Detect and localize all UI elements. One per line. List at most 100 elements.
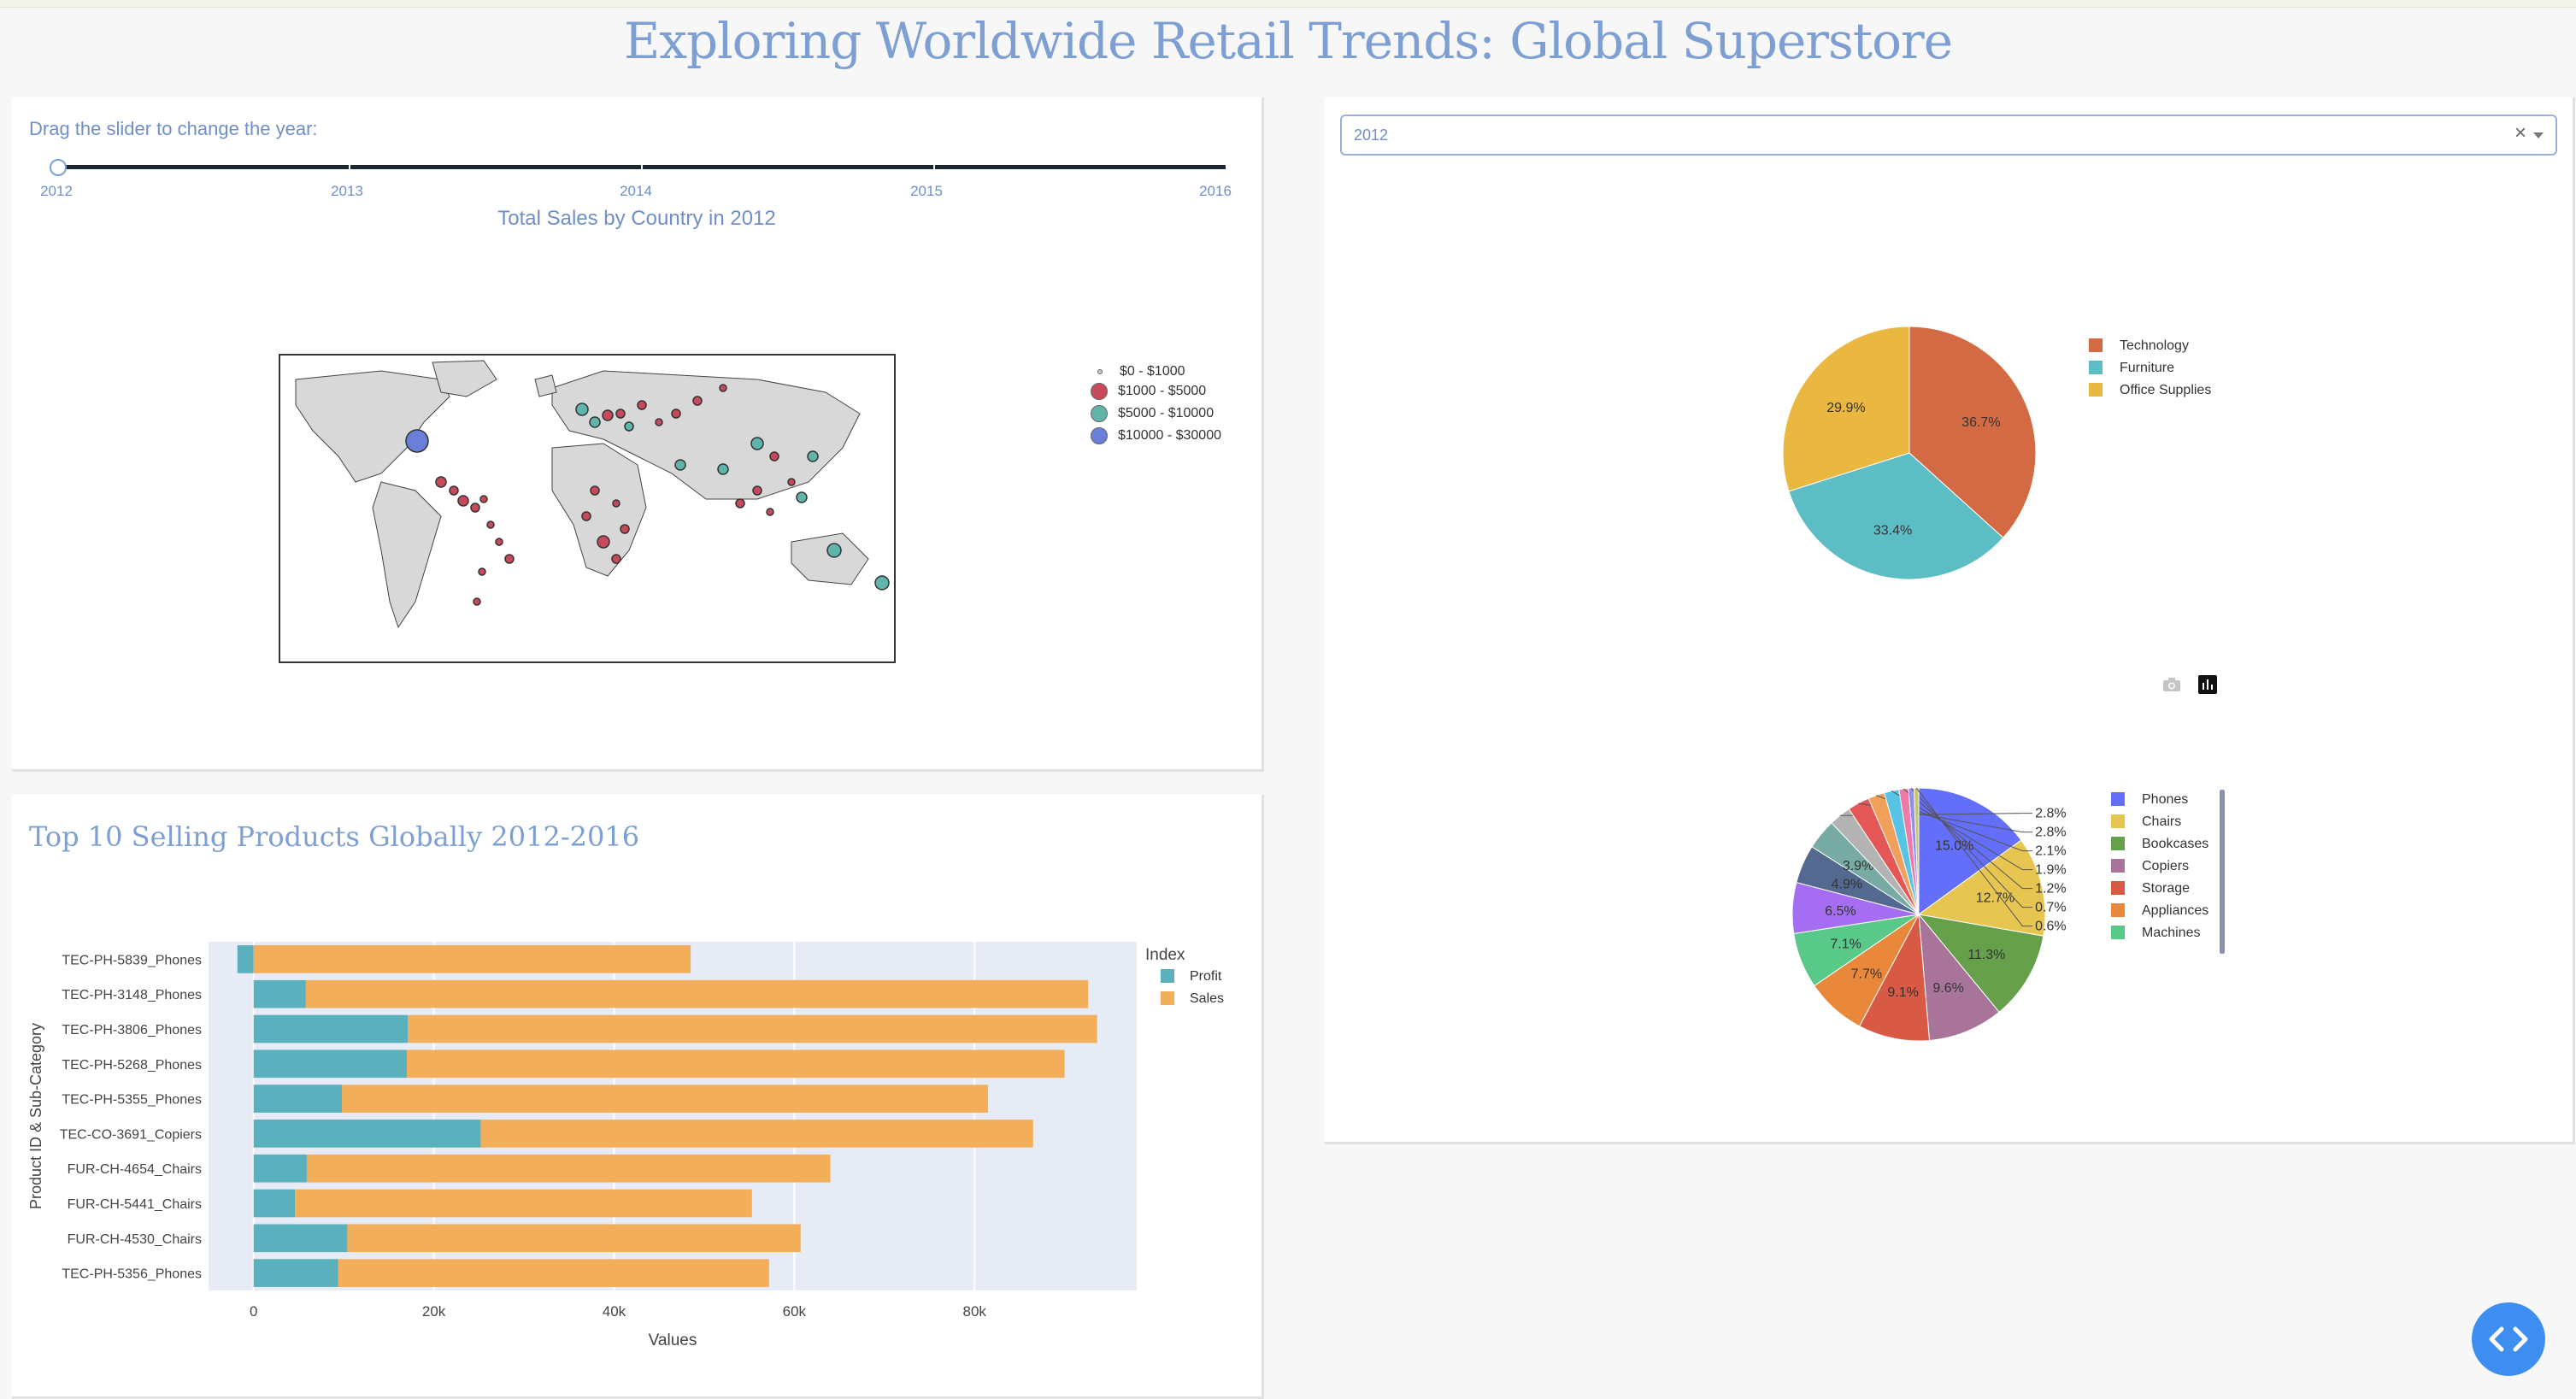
- plotly-logo-icon[interactable]: [2198, 675, 2217, 694]
- legend-label[interactable]: Sales: [1190, 991, 1224, 1006]
- legend-label[interactable]: Technology: [2120, 338, 2189, 353]
- legend-label[interactable]: Office Supplies: [2120, 383, 2211, 397]
- legend-item[interactable]: $10000 - $30000: [1091, 427, 1221, 444]
- sales-bar[interactable]: [342, 1085, 989, 1113]
- slider-track-segment[interactable]: [643, 165, 933, 169]
- sales-bar[interactable]: [295, 1189, 752, 1218]
- legend-swatch[interactable]: [2111, 859, 2125, 873]
- slider-track-segment[interactable]: [935, 165, 1226, 169]
- sales-bar[interactable]: [253, 945, 691, 973]
- pie-slice-label: 1.9%: [2035, 863, 2066, 878]
- sales-map-panel: Drag the slider to change the year: 2012…: [12, 97, 1264, 772]
- camera-icon[interactable]: [2162, 677, 2181, 692]
- pie-slice-label: 2.8%: [2035, 807, 2066, 821]
- legend-label[interactable]: Furniture: [2120, 361, 2174, 375]
- legend-marker: [1097, 369, 1103, 374]
- slider-mark[interactable]: 2012: [40, 183, 73, 200]
- legend-label[interactable]: Phones: [2142, 792, 2188, 807]
- y-tick-label: TEC-PH-5355_Phones: [62, 1093, 202, 1108]
- y-axis-title: Product ID & Sub-Category: [27, 1023, 44, 1209]
- profit-bar[interactable]: [253, 1085, 343, 1113]
- slider-mark[interactable]: 2015: [910, 183, 943, 200]
- pie-slice-label: 0.6%: [2035, 920, 2066, 934]
- legend-swatch[interactable]: [2111, 881, 2125, 895]
- sales-bar[interactable]: [306, 1154, 831, 1183]
- x-axis-title: Values: [649, 1331, 697, 1349]
- pie-slice-label: 11.3%: [1967, 948, 2005, 962]
- pie-slice-label: 2.1%: [2035, 844, 2066, 859]
- legend-marker: [1091, 427, 1108, 444]
- top-products-bar-chart[interactable]: 0 20k 40k 60k 80k TEC-PH-5839_Phones TEC-PH-31…: [12, 795, 1260, 1396]
- year-slider-handle[interactable]: [50, 159, 67, 176]
- legend-swatch[interactable]: [2111, 792, 2125, 806]
- profit-bar[interactable]: [253, 1259, 338, 1287]
- profit-bar[interactable]: [253, 1120, 481, 1148]
- slider-track-segment[interactable]: [56, 165, 349, 169]
- chart-modebar: [2162, 675, 2217, 694]
- sales-bar[interactable]: [305, 979, 1089, 1008]
- legend-label[interactable]: Storage: [2142, 881, 2190, 896]
- world-map[interactable]: [279, 354, 896, 663]
- legend-label[interactable]: Appliances: [2142, 903, 2208, 918]
- sales-bar[interactable]: [347, 1224, 801, 1253]
- profit-bar[interactable]: [253, 1224, 348, 1253]
- code-toggle-button[interactable]: [2472, 1302, 2545, 1376]
- legend-label: $1000 - $5000: [1118, 384, 1207, 398]
- y-tick-label: TEC-CO-3691_Copiers: [60, 1127, 202, 1142]
- sales-bar[interactable]: [408, 1014, 1097, 1043]
- legend-label[interactable]: Chairs: [2142, 814, 2181, 829]
- legend-label[interactable]: Machines: [2142, 926, 2200, 940]
- legend-swatch[interactable]: [1161, 969, 1174, 983]
- sales-bar[interactable]: [480, 1120, 1033, 1148]
- legend-label[interactable]: Profit: [1190, 969, 1222, 984]
- profit-bar[interactable]: [253, 979, 306, 1008]
- legend-swatch[interactable]: [2089, 361, 2103, 374]
- profit-bar[interactable]: [253, 1014, 409, 1043]
- legend-swatch[interactable]: [2089, 383, 2103, 397]
- pie-slice-label: 0.7%: [2035, 901, 2066, 915]
- pie-slice-label: 29.9%: [1826, 401, 1865, 415]
- legend-label: $5000 - $10000: [1118, 406, 1214, 420]
- pie-slice-label: 15.0%: [1935, 838, 1973, 853]
- slider-label: Drag the slider to change the year:: [29, 118, 318, 139]
- slider-track-segment[interactable]: [350, 165, 641, 169]
- legend-scrollbar[interactable]: [2220, 790, 2225, 954]
- legend-swatch[interactable]: [2111, 837, 2125, 850]
- legend-label: $0 - $1000: [1120, 364, 1185, 379]
- pie-slice-label: 6.5%: [1825, 904, 1856, 919]
- legend-swatch[interactable]: [1161, 991, 1174, 1005]
- profit-bar[interactable]: [237, 945, 254, 973]
- category-pie-chart[interactable]: 36.7% 33.4% 29.9% Technology Furniture Office…: [1325, 97, 2573, 696]
- top-border: [0, 0, 2576, 8]
- legend-item[interactable]: $1000 - $5000: [1091, 383, 1206, 400]
- y-tick-label: FUR-CH-4654_Chairs: [68, 1162, 202, 1177]
- sales-bar[interactable]: [406, 1049, 1065, 1079]
- y-tick-label: FUR-CH-4530_Chairs: [68, 1232, 202, 1247]
- legend-label[interactable]: Copiers: [2142, 859, 2189, 873]
- y-tick-label: TEC-PH-5356_Phones: [62, 1267, 202, 1282]
- legend-label[interactable]: Bookcases: [2142, 837, 2208, 851]
- y-tick-label: TEC-PH-5268_Phones: [62, 1058, 202, 1073]
- slider-mark[interactable]: 2016: [1199, 183, 1232, 200]
- legend-swatch[interactable]: [2111, 926, 2125, 939]
- slider-mark[interactable]: 2013: [331, 183, 363, 200]
- x-tick-label: 40k: [603, 1303, 626, 1320]
- legend-marker: [1091, 383, 1108, 400]
- slider-mark[interactable]: 2014: [620, 183, 652, 200]
- pie-slice-label: 9.1%: [1887, 985, 1918, 1000]
- subcategory-pie-chart[interactable]: 15.0%12.7%11.3%9.6%9.1%7.7%7.1%6.5%4.9%3…: [1325, 696, 2573, 1142]
- x-tick-label: 0: [250, 1303, 257, 1320]
- profit-bar[interactable]: [253, 1154, 307, 1183]
- legend-swatch[interactable]: [2111, 903, 2125, 917]
- pie-slice-label: 9.6%: [1932, 981, 1963, 996]
- profit-bar[interactable]: [253, 1049, 407, 1079]
- legend-swatch[interactable]: [2111, 814, 2125, 828]
- y-tick-label: FUR-CH-5441_Chairs: [68, 1197, 202, 1212]
- legend-swatch[interactable]: [2089, 338, 2103, 352]
- x-tick-label: 20k: [422, 1303, 446, 1320]
- legend-item[interactable]: $5000 - $10000: [1091, 405, 1214, 422]
- sales-bar[interactable]: [338, 1259, 769, 1287]
- pie-slice-label: 7.7%: [1851, 967, 1882, 981]
- profit-bar[interactable]: [253, 1189, 296, 1218]
- legend-item[interactable]: $0 - $1000: [1092, 364, 1185, 379]
